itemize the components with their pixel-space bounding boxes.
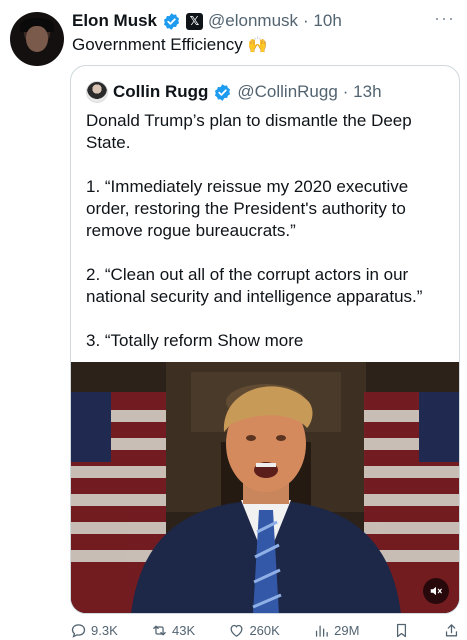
quoted-post-text: Donald Trump’s plan to dismantle the Dee… <box>86 110 446 352</box>
author-handle[interactable]: @elonmusk <box>208 11 298 31</box>
views-icon <box>316 625 328 637</box>
verified-badge-icon <box>163 12 180 30</box>
repost-count: 43K <box>172 622 196 638</box>
quoted-paragraph-truncated: 3. “Totally reform Show more <box>86 330 446 352</box>
share-button[interactable] <box>443 622 460 639</box>
verified-badge-icon <box>215 83 231 101</box>
post-time[interactable]: · 10h <box>303 11 342 31</box>
raising-hands-emoji: 🙌 <box>247 37 268 54</box>
avatar-face <box>26 26 48 52</box>
heart-icon <box>231 624 243 637</box>
bookmark-icon <box>396 623 406 637</box>
quoted-post[interactable]: Collin Rugg @CollinRugg · 13h Donald Tru… <box>70 65 460 614</box>
quoted-post-header: Collin Rugg @CollinRugg · 13h <box>86 80 449 104</box>
quoted-paragraph: 2. “Clean out all of the corrupt actors … <box>86 265 423 306</box>
more-icon[interactable]: ··· <box>434 8 455 29</box>
bookmark-button[interactable] <box>393 622 410 639</box>
post-text: Government Efficiency 🙌 <box>72 35 267 55</box>
quoted-author-name[interactable]: Collin Rugg <box>113 82 208 102</box>
x-logo-icon: 𝕏 <box>186 12 204 30</box>
quoted-author-avatar[interactable] <box>86 81 108 103</box>
repost-button[interactable]: 43K <box>151 622 195 639</box>
mute-icon[interactable] <box>423 578 449 604</box>
speaker-off-glyph <box>430 586 442 596</box>
quoted-author-handle: @CollinRugg <box>237 82 338 101</box>
show-more-link[interactable]: Show more <box>217 331 303 350</box>
video-frame <box>71 362 459 613</box>
reply-count: 9.3K <box>91 622 118 638</box>
like-button[interactable]: 260K <box>228 622 280 639</box>
reply-button[interactable]: 9.3K <box>70 622 118 639</box>
post-header: Elon Musk 𝕏 @elonmusk · 10h <box>72 8 457 34</box>
video-player[interactable] <box>71 362 459 613</box>
quoted-paragraph: 1. “Immediately reissue my 2020 executiv… <box>86 177 409 240</box>
quoted-paragraph: Donald Trump’s plan to dismantle the Dee… <box>86 111 412 152</box>
post-text-body: Government Efficiency <box>72 35 243 54</box>
action-bar: 9.3K 43K 260K 29M <box>70 620 460 640</box>
views-button[interactable]: 29M <box>313 622 359 639</box>
author-name[interactable]: Elon Musk <box>72 11 157 31</box>
author-avatar[interactable] <box>10 12 64 66</box>
quoted-last-line: 3. “Totally reform <box>86 331 213 350</box>
reply-icon <box>71 623 86 638</box>
like-count: 260K <box>249 622 280 638</box>
quoted-post-time: · 13h <box>342 82 382 101</box>
repost-icon <box>153 625 166 635</box>
views-count: 29M <box>334 622 360 638</box>
share-icon <box>445 623 458 636</box>
